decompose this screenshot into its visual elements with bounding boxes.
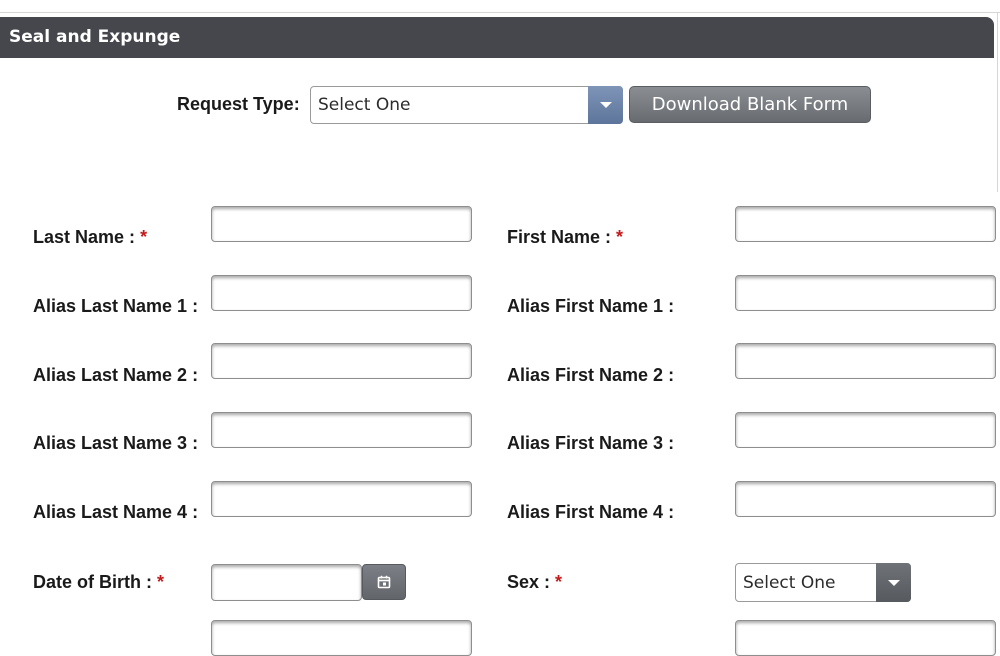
- next-row-right-input[interactable]: [735, 620, 996, 656]
- alias-last-name-4-input[interactable]: [211, 481, 472, 517]
- chevron-down-icon[interactable]: [876, 563, 911, 602]
- alias-first-name-4-label: Alias First Name 4 :: [507, 502, 675, 522]
- first-name-input[interactable]: [735, 206, 996, 242]
- alias-last-name-4-label: Alias Last Name 4 :: [33, 502, 199, 522]
- chevron-down-icon[interactable]: [588, 86, 623, 124]
- date-picker-button[interactable]: [362, 564, 406, 600]
- date-of-birth-label: Date of Birth : *: [33, 572, 165, 592]
- first-name-label: First Name : *: [507, 227, 624, 247]
- alias-last-name-3-input[interactable]: [211, 412, 472, 448]
- right-divider: [997, 12, 998, 192]
- section-title: Seal and Expunge: [9, 27, 181, 47]
- alias-last-name-1-label: Alias Last Name 1 :: [33, 296, 199, 316]
- alias-first-name-3-input[interactable]: [735, 412, 996, 448]
- last-name-label: Last Name : *: [33, 227, 148, 247]
- last-name-input[interactable]: [211, 206, 472, 242]
- required-mark: *: [157, 572, 165, 592]
- download-blank-form-button[interactable]: Download Blank Form: [629, 86, 871, 123]
- request-type-label: Request Type:: [177, 94, 300, 114]
- section-header: Seal and Expunge: [0, 17, 994, 58]
- request-type-select[interactable]: Select One: [310, 86, 623, 124]
- required-mark: *: [555, 572, 563, 592]
- alias-last-name-3-label: Alias Last Name 3 :: [33, 433, 199, 453]
- download-blank-form-label: Download Blank Form: [651, 94, 849, 115]
- request-type-value: Select One: [318, 95, 411, 115]
- sex-label: Sex : *: [507, 572, 563, 592]
- date-of-birth-input[interactable]: [211, 564, 362, 601]
- required-mark: *: [140, 227, 148, 247]
- top-divider: [0, 12, 1000, 13]
- alias-first-name-2-label: Alias First Name 2 :: [507, 365, 675, 385]
- alias-last-name-2-input[interactable]: [211, 343, 472, 379]
- alias-last-name-2-label: Alias Last Name 2 :: [33, 365, 199, 385]
- alias-first-name-1-input[interactable]: [735, 275, 996, 311]
- alias-first-name-1-label: Alias First Name 1 :: [507, 296, 675, 316]
- alias-last-name-1-input[interactable]: [211, 275, 472, 311]
- alias-first-name-3-label: Alias First Name 3 :: [507, 433, 675, 453]
- sex-select[interactable]: Select One: [735, 563, 911, 602]
- required-mark: *: [616, 227, 624, 247]
- alias-first-name-2-input[interactable]: [735, 343, 996, 379]
- sex-select-value: Select One: [743, 572, 836, 593]
- alias-first-name-4-input[interactable]: [735, 481, 996, 517]
- next-row-left-input[interactable]: [211, 620, 472, 656]
- calendar-icon: [377, 575, 391, 589]
